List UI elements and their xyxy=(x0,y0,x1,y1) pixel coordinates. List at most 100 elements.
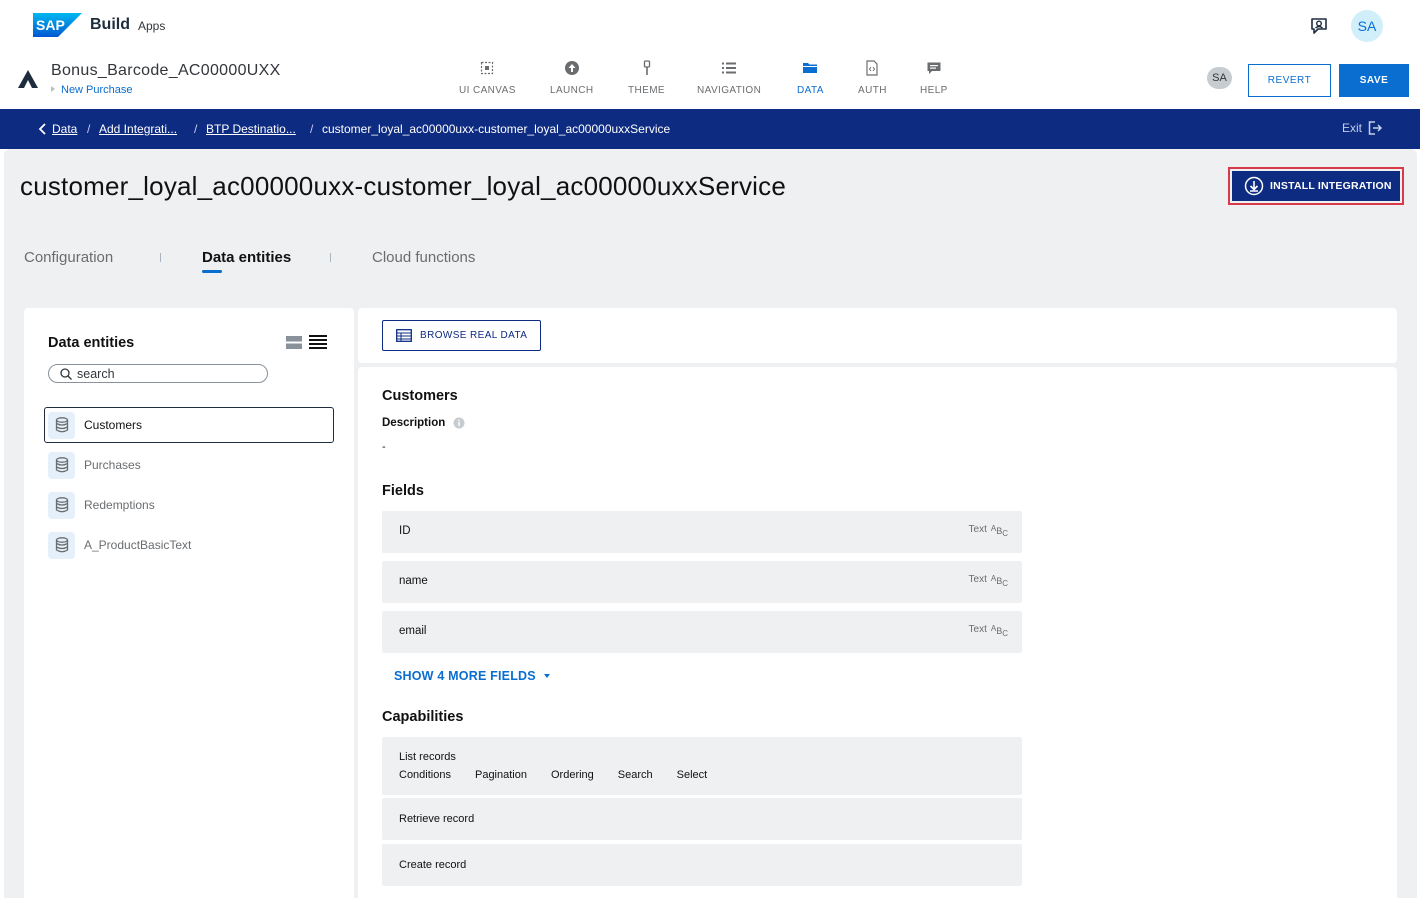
breadcrumb-separator: / xyxy=(194,122,198,136)
exit-button[interactable]: Exit xyxy=(1342,121,1383,135)
app-logo-icon xyxy=(18,70,38,88)
entity-label: Purchases xyxy=(84,458,141,472)
nav-auth[interactable]: AUTH xyxy=(858,60,887,96)
feedback-icon[interactable] xyxy=(1308,15,1330,37)
info-icon[interactable] xyxy=(453,417,465,429)
ui-canvas-icon xyxy=(481,61,494,75)
nav-label: THEME xyxy=(628,85,665,96)
show-more-label: SHOW 4 MORE FIELDS xyxy=(394,669,536,683)
tab-divider xyxy=(160,253,161,262)
install-label: INSTALL INTEGRATION xyxy=(1270,180,1392,192)
save-button[interactable]: SAVE xyxy=(1339,64,1409,97)
database-icon xyxy=(48,451,75,479)
table-icon xyxy=(396,329,412,342)
nav-ui-canvas[interactable]: UI CANVAS xyxy=(459,60,516,96)
entities-title: Data entities xyxy=(48,335,135,351)
field-row[interactable]: ID Text ABC xyxy=(382,511,1022,553)
shell-bar: SAP Build Apps SA xyxy=(0,0,1420,52)
sap-logo[interactable]: SAP xyxy=(33,13,82,37)
app-header: Bonus_Barcode_AC00000UXX New Purchase UI… xyxy=(0,52,1420,109)
chevron-left-icon[interactable] xyxy=(38,123,48,135)
capability-option: Pagination xyxy=(474,769,527,781)
description-value: - xyxy=(382,441,386,453)
capability-name: Create record xyxy=(399,859,467,871)
breadcrumb-btp-destination[interactable]: BTP Destinatio... xyxy=(206,122,296,136)
capability-row: Create record xyxy=(382,844,1022,886)
entity-item-customers[interactable]: Customers xyxy=(44,407,334,443)
capability-option: Conditions xyxy=(399,769,451,781)
show-more-fields-button[interactable]: SHOW 4 MORE FIELDS xyxy=(394,669,550,683)
capability-row: List records Conditions Pagination Order… xyxy=(382,737,1022,795)
navigation-icon xyxy=(722,62,737,74)
breadcrumb-add-integration[interactable]: Add Integrati... xyxy=(99,122,177,136)
install-highlight: INSTALL INTEGRATION xyxy=(1228,167,1404,205)
revert-button[interactable]: REVERT xyxy=(1248,64,1331,97)
capability-options: Conditions Pagination Ordering Search Se… xyxy=(399,769,731,781)
browse-label: BROWSE REAL DATA xyxy=(420,330,528,341)
entity-item-purchases[interactable]: Purchases xyxy=(44,447,334,483)
nav-label: LAUNCH xyxy=(550,85,594,96)
page-name: New Purchase xyxy=(61,84,133,96)
entity-label: Customers xyxy=(84,418,143,432)
text-type-icon: ABC xyxy=(990,624,1008,638)
nav-navigation[interactable]: NAVIGATION xyxy=(697,60,761,96)
breadcrumb-current: customer_loyal_ac00000uxx-customer_loyal… xyxy=(322,122,671,136)
search-placeholder: search xyxy=(77,366,115,381)
text-type-icon: ABC xyxy=(990,574,1008,588)
database-icon xyxy=(48,491,75,519)
capability-name: List records xyxy=(399,751,456,763)
product-name: Build xyxy=(90,16,130,33)
nav-label: NAVIGATION xyxy=(697,85,762,96)
entity-item-productbasictext[interactable]: A_ProductBasicText xyxy=(44,527,334,563)
app-title: Bonus_Barcode_AC00000UXX xyxy=(51,62,281,79)
field-row[interactable]: email Text ABC xyxy=(382,611,1022,653)
tab-cloud-functions[interactable]: Cloud functions xyxy=(372,249,475,266)
user-avatar[interactable]: SA xyxy=(1351,10,1383,42)
list-view-icon[interactable] xyxy=(309,335,327,349)
fields-heading: Fields xyxy=(382,483,424,499)
field-type-label: Text xyxy=(968,524,987,535)
nav-label: DATA xyxy=(797,85,824,96)
browse-toolbar: BROWSE REAL DATA xyxy=(358,308,1397,363)
capability-name: Retrieve record xyxy=(399,813,475,825)
install-integration-button[interactable]: INSTALL INTEGRATION xyxy=(1232,171,1400,201)
nav-theme[interactable]: THEME xyxy=(628,60,665,96)
tab-data-entities[interactable]: Data entities xyxy=(202,249,291,266)
capability-option: Select xyxy=(676,769,708,781)
nav-label: UI CANVAS xyxy=(459,85,516,96)
text-type-icon: ABC xyxy=(990,524,1008,538)
breadcrumb-data[interactable]: Data xyxy=(52,122,77,136)
exit-icon xyxy=(1368,121,1383,135)
browse-real-data-button[interactable]: BROWSE REAL DATA xyxy=(382,320,541,351)
field-type: Text ABC xyxy=(969,524,1008,538)
subproduct-name: Apps xyxy=(138,19,166,33)
page-selector[interactable]: New Purchase xyxy=(51,84,133,96)
capability-option: Search xyxy=(617,769,653,781)
field-type: Text ABC xyxy=(969,574,1008,588)
tab-configuration[interactable]: Configuration xyxy=(24,249,113,266)
capability-row: Retrieve record xyxy=(382,798,1022,840)
field-name: email xyxy=(399,625,427,637)
breadcrumb-separator: / xyxy=(310,122,314,136)
description-label-text: Description xyxy=(382,417,446,429)
entity-item-redemptions[interactable]: Redemptions xyxy=(44,487,334,523)
card-view-icon[interactable] xyxy=(286,336,302,349)
nav-data[interactable]: DATA xyxy=(797,60,824,96)
entity-detail: Customers Description - Fields ID Text AB… xyxy=(358,367,1397,898)
tab-divider xyxy=(330,253,331,262)
active-tab-indicator xyxy=(202,270,222,273)
nav-help[interactable]: HELP xyxy=(920,60,948,96)
search-icon xyxy=(60,367,72,380)
auth-icon xyxy=(866,60,879,76)
caret-down-icon xyxy=(543,674,550,678)
nav-label: HELP xyxy=(920,85,948,96)
help-icon xyxy=(927,62,941,74)
search-input[interactable]: search xyxy=(48,364,268,383)
nav-launch[interactable]: LAUNCH xyxy=(550,60,594,96)
field-type: Text ABC xyxy=(969,624,1008,638)
nav-label: AUTH xyxy=(858,85,887,96)
field-type-label: Text xyxy=(968,574,987,585)
entity-label: Redemptions xyxy=(84,498,155,512)
entities-panel: Data entities search Customers Purchases… xyxy=(24,308,354,898)
field-row[interactable]: name Text ABC xyxy=(382,561,1022,603)
